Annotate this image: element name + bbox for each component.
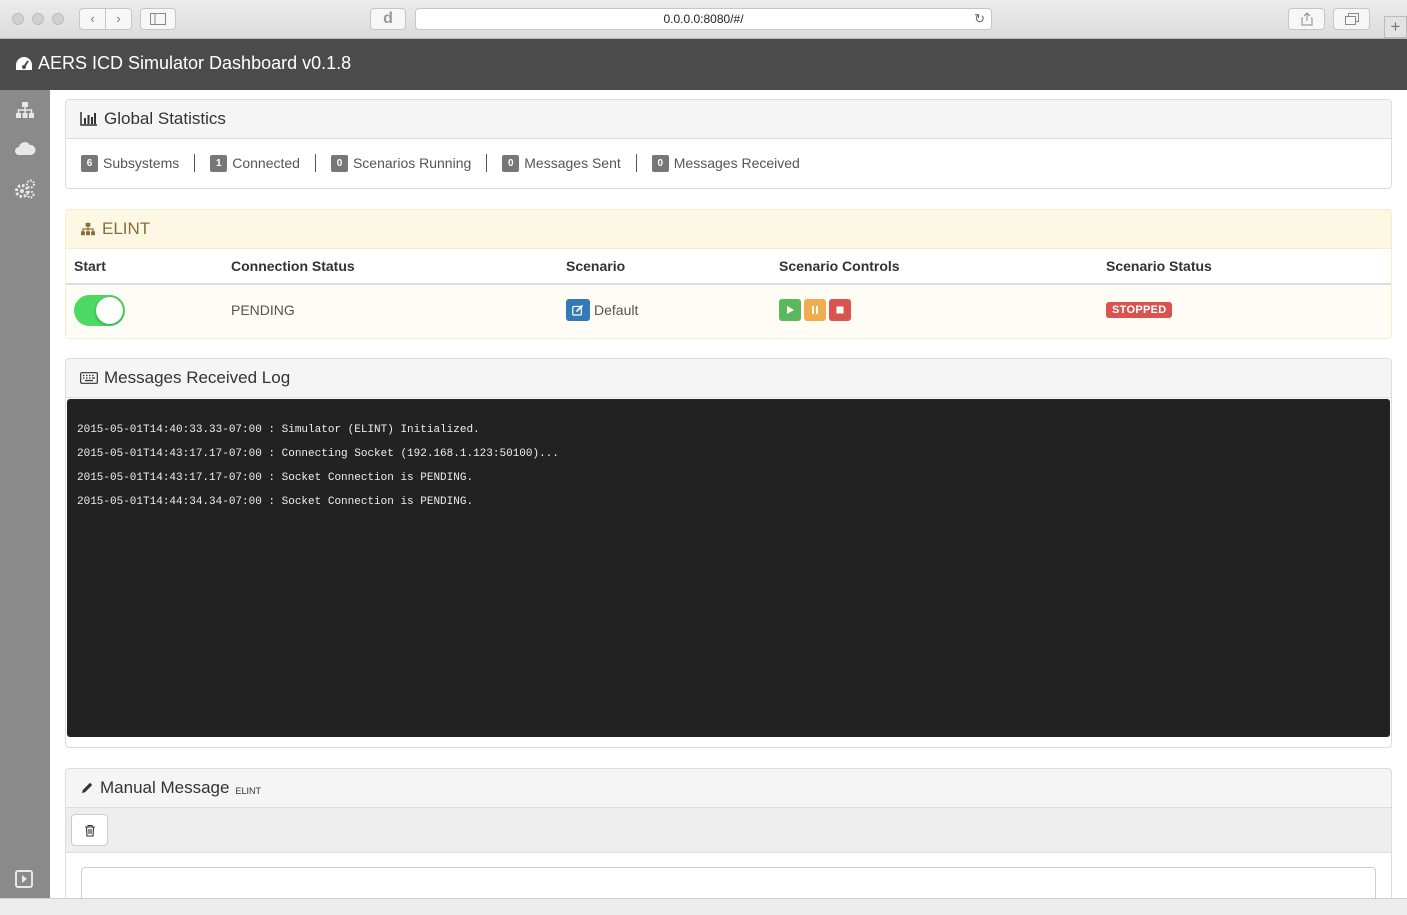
scenario-name: Default [594,302,639,318]
sidebar-item-subsystems[interactable] [14,99,36,121]
address-bar[interactable]: 0.0.0.0:8080/#/ ↻ [415,8,992,30]
keyboard-icon [80,372,98,384]
pause-scenario-button[interactable] [804,299,826,321]
scenario-controls [779,299,854,321]
tabs-icon [1344,13,1359,25]
column-header-scenario: Scenario [566,258,626,274]
pencil-icon [82,782,93,793]
stat-scenarios-running: 0 Scenarios Running [314,154,486,172]
browser-toolbar: ‹ › d 0.0.0.0:8080/#/ ↻ + [0,0,1407,39]
extension-d-icon: d [383,10,393,27]
stat-messages-received: 0 Messages Received [635,154,815,172]
log-output[interactable]: 2015-05-01T14:40:33.33-07:00 : Simulator… [67,399,1390,737]
edit-scenario-button[interactable] [566,299,590,321]
column-header-scenario-controls: Scenario Controls [779,258,900,274]
column-header-connection-status: Connection Status [231,258,355,274]
stat-count-badge: 0 [330,154,348,172]
scenario-status-badge: STOPPED [1106,302,1173,318]
play-icon [787,306,794,314]
messages-log-heading: Messages Received Log [66,359,1391,398]
minimize-window-button[interactable] [32,13,44,25]
subsystem-title: ELINT [102,219,151,238]
stat-count-badge: 0 [502,154,520,172]
app-brand[interactable]: AERS ICD Simulator Dashboard v0.1.8 [15,53,351,74]
column-header-start: Start [74,258,106,274]
forward-button[interactable]: › [105,8,132,30]
stat-label: Messages Sent [524,155,621,171]
global-statistics-heading: Global Statistics [66,100,1391,139]
log-line: 2015-05-01T14:43:17.17-07:00 : Connectin… [77,448,559,460]
stat-count-badge: 1 [210,154,228,172]
global-statistics-panel: Global Statistics 6 Subsystems 1 Connected… [65,99,1392,189]
stat-label: Connected [232,155,300,171]
manual-message-textarea[interactable] [81,867,1376,898]
log-line: 2015-05-01T14:44:34.34-07:00 : Socket Co… [77,496,474,508]
cogs-icon [15,179,35,199]
manual-message-toolbar [66,808,1391,853]
start-toggle[interactable] [74,294,125,326]
stat-count-badge: 6 [81,154,98,172]
subsystem-heading: ELINT [66,210,1391,249]
zoom-window-button[interactable] [52,13,64,25]
stat-connected: 1 Connected [194,154,315,172]
stop-scenario-button[interactable] [829,299,851,321]
stat-messages-sent: 0 Messages Sent [486,154,636,172]
dashboard-icon [16,56,32,70]
trash-icon [84,824,95,837]
stat-count-badge: 0 [651,154,669,172]
column-header-scenario-status: Scenario Status [1106,258,1212,274]
messages-log-title: Messages Received Log [104,368,291,387]
url-text: 0.0.0.0:8080/#/ [663,12,744,26]
edit-icon [572,304,584,316]
sidebar-item-settings[interactable] [14,178,36,200]
reload-icon[interactable]: ↻ [974,9,985,29]
pause-icon [812,306,818,314]
stat-subsystems: 6 Subsystems [81,154,194,172]
sidebar-toggle-button[interactable] [140,8,176,30]
app-title: AERS ICD Simulator Dashboard v0.1.8 [38,53,352,73]
bar-chart-icon [80,112,97,126]
manual-message-title: Manual Message [100,778,230,797]
manual-message-subsystem: ELINT [235,785,261,796]
stat-label: Messages Received [673,155,800,171]
table-row: PENDING Default STOPPED [66,285,1391,335]
stats-list: 6 Subsystems 1 Connected 0 Scenarios Runnin… [66,139,1391,187]
new-tab-button[interactable]: + [1384,16,1407,38]
stat-label: Scenarios Running [352,155,472,171]
manual-message-panel: Manual Message ELINT [65,768,1392,898]
close-window-button[interactable] [12,13,24,25]
play-square-icon [15,870,33,888]
sidebar [0,90,50,898]
cloud-icon [15,142,36,155]
stop-icon [836,306,844,314]
subsystem-panel: ELINT Start Connection Status Scenario S… [65,209,1392,339]
toggle-knob [96,296,123,324]
sidebar-collapse-button[interactable] [13,868,35,890]
share-button[interactable] [1288,8,1325,30]
toggle-switch[interactable] [74,294,125,326]
main-content: Global Statistics 6 Subsystems 1 Connected… [50,90,1407,898]
log-line: 2015-05-01T14:43:17.17-07:00 : Socket Co… [77,472,474,484]
messages-log-panel: Messages Received Log 2015-05-01T14:40:3… [65,358,1392,748]
share-icon [1301,12,1312,26]
global-statistics-title: Global Statistics [104,109,226,128]
sidebar-item-cloud[interactable] [14,137,36,159]
connection-status-value: PENDING [231,302,295,318]
sitemap-icon [81,222,95,236]
app-navbar: AERS ICD Simulator Dashboard v0.1.8 [0,39,1407,90]
extension-d-button[interactable]: d [370,8,406,30]
play-scenario-button[interactable] [779,299,801,321]
sidebar-icon [150,13,166,25]
stat-label: Subsystems [103,155,180,171]
manual-message-heading: Manual Message ELINT [66,769,1391,808]
clear-message-button[interactable] [71,814,108,846]
sitemap-icon [16,102,34,118]
back-button[interactable]: ‹ [79,8,106,30]
subsystem-table-header: Start Connection Status Scenario Scenari… [66,249,1391,285]
scenario-cell: Default [566,299,638,321]
tabs-overview-button[interactable] [1333,8,1370,30]
browser-status-bar [0,898,1407,915]
log-line: 2015-05-01T14:40:33.33-07:00 : Simulator… [77,424,480,436]
